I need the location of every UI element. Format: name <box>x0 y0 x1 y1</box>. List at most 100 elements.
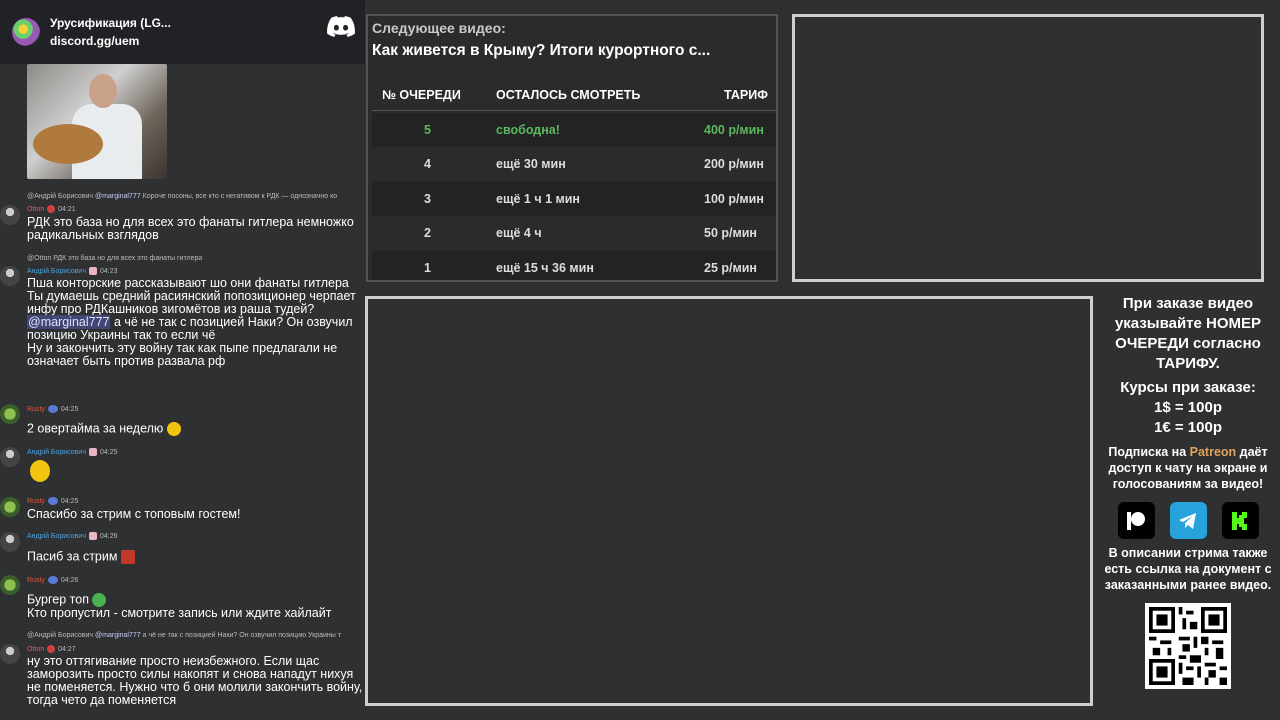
author-name[interactable]: Андрій Борисович <box>27 449 86 456</box>
user-mention[interactable]: @marginal777 <box>27 315 111 329</box>
author-name[interactable]: Андрій Борисович <box>27 268 86 275</box>
queue-row: 5 свободна! 400 р/мин <box>372 113 776 147</box>
main-video-frame <box>365 296 1093 706</box>
order-instructions: При заказе видео указывайте НОМЕР ОЧЕРЕД… <box>1114 295 1262 372</box>
next-video-title: Как живется в Крыму? Итоги курортного с.… <box>372 42 711 59</box>
subscription-text: Подписка на Patreon даёт доступ к чату н… <box>1096 444 1280 492</box>
emoji-icon <box>30 460 50 482</box>
badge-icon <box>88 448 97 456</box>
message-line: Ты думаешь средний расиянский попозицион… <box>27 289 356 316</box>
message-line: @marginal777 а чё не так с позицией Наки… <box>27 315 365 342</box>
queue-row: 3 ещё 1 ч 1 мин 100 р/мин <box>372 182 776 216</box>
reply-text: РДК это база но для всех это фанаты гитл… <box>53 255 203 262</box>
message-text: Пша конторские рассказывают шо они фанат… <box>27 277 365 368</box>
message-text: 2 овертайма за неделю <box>27 422 365 436</box>
server-icon[interactable] <box>12 18 40 46</box>
timestamp: 04:25 <box>60 405 79 413</box>
rate-eur: 1€ = 100р <box>1154 419 1222 436</box>
subscription-prefix: Подписка на <box>1108 445 1190 459</box>
discord-logo-icon <box>327 16 355 37</box>
avatar[interactable] <box>0 644 20 664</box>
queue-number: 3 <box>424 192 431 206</box>
chat-header: Урусификация (LG... discord.gg/uem <box>0 0 365 64</box>
avatar[interactable] <box>0 575 20 595</box>
emoji-icon <box>92 593 107 607</box>
queue-header-remaining: ОСТАЛОСЬ СМОТРЕТЬ <box>496 88 641 102</box>
avatar[interactable] <box>0 205 20 225</box>
author-name[interactable]: Otton <box>27 646 44 653</box>
qr-code-icon[interactable] <box>1145 603 1231 689</box>
video-thumbnail[interactable] <box>27 64 167 179</box>
kick-icon[interactable] <box>1221 502 1259 539</box>
message-fragment: Бургер топ <box>27 592 89 607</box>
message-line: Бургер топ <box>27 593 365 607</box>
avatar[interactable] <box>0 266 20 286</box>
avatar[interactable] <box>0 532 20 552</box>
queue-tariff: 200 р/мин <box>704 157 764 171</box>
reply-user: @Андрій Борисович <box>27 632 94 639</box>
patreon-icon[interactable] <box>1117 502 1155 539</box>
queue-tariff: 50 р/мин <box>704 226 757 240</box>
rate-usd: 1$ = 100р <box>1154 399 1222 416</box>
badge-icon <box>47 497 58 505</box>
message-meta: Rusty 04:25 <box>27 497 78 505</box>
message-fragment: Пасиб за стрим <box>27 549 118 564</box>
message-text: Бургер топ Кто пропустил - смотрите запи… <box>27 593 365 620</box>
avatar[interactable] <box>0 497 20 517</box>
message-text: Пасиб за стрим <box>27 550 365 564</box>
queue-remaining: свободна! <box>496 123 560 137</box>
message-line: Кто пропустил - смотрите запись или ждит… <box>27 606 332 620</box>
queue-remaining: ещё 1 ч 1 мин <box>496 192 580 206</box>
author-name[interactable]: Rusty <box>27 498 45 505</box>
discord-chat: Урусификация (LG... discord.gg/uem @Андр… <box>0 0 365 720</box>
author-name[interactable]: Rusty <box>27 577 45 584</box>
queue-header-tariff: ТАРИФ <box>724 88 768 102</box>
queue-panel: Следующее видео: Как живется в Крыму? Ит… <box>366 14 778 282</box>
author-name[interactable]: Otton <box>27 206 44 213</box>
message-line: Ну и закончить эту войну так как пыпе пр… <box>27 341 338 368</box>
message-meta: Otton 04:21 <box>27 205 76 213</box>
camera-frame-top <box>792 14 1264 282</box>
message-meta: Андрій Борисович 04:23 <box>27 267 118 275</box>
timestamp: 04:21 <box>58 205 76 213</box>
message-fragment: 2 овертайма за неделю <box>27 421 164 436</box>
queue-row: 2 ещё 4 ч 50 р/мин <box>372 216 776 250</box>
message-text: РДК это база но для всех это фанаты гитл… <box>27 215 354 242</box>
queue-number: 2 <box>424 226 431 240</box>
timestamp: 04:26 <box>99 532 118 540</box>
timestamp: 04:25 <box>99 448 118 456</box>
avatar[interactable] <box>0 404 20 424</box>
badge-icon <box>88 267 97 275</box>
queue-remaining: ещё 30 мин <box>496 157 566 171</box>
queue-number: 5 <box>424 123 431 137</box>
timestamp: 04:23 <box>99 267 118 275</box>
telegram-icon[interactable] <box>1169 502 1207 539</box>
badge-icon <box>47 205 56 213</box>
queue-remaining: ещё 4 ч <box>496 226 542 240</box>
message-meta: Андрій Борисович 04:26 <box>27 532 118 540</box>
avatar[interactable] <box>0 447 20 467</box>
author-name[interactable]: Rusty <box>27 406 45 413</box>
server-info: Урусификация (LG... discord.gg/uem <box>50 16 171 48</box>
server-invite-link[interactable]: discord.gg/uem <box>50 34 171 48</box>
next-video-label: Следующее видео: <box>372 20 506 36</box>
queue-tariff: 400 р/мин <box>704 123 764 137</box>
timestamp: 04:25 <box>60 497 79 505</box>
queue-row: 4 ещё 30 мин 200 р/мин <box>372 147 776 181</box>
reply-preview[interactable]: @Otton РДК это база но для всех это фана… <box>27 255 202 262</box>
message-meta: Otton 04:27 <box>27 645 76 653</box>
queue-number: 1 <box>424 261 431 275</box>
reply-preview[interactable]: @Андрій Борисович @marginal777 Короче по… <box>27 193 337 200</box>
message-meta: Rusty 04:25 <box>27 405 78 413</box>
queue-number: 4 <box>424 157 431 171</box>
message-meta: Rusty 04:26 <box>27 576 78 584</box>
queue-tariff: 25 р/мин <box>704 261 757 275</box>
reply-preview[interactable]: @Андрій Борисович @marginal777 а чё не т… <box>27 632 341 639</box>
patreon-link[interactable]: Patreon <box>1190 445 1237 459</box>
queue-header-number: № ОЧЕРЕДИ <box>382 88 461 102</box>
author-name[interactable]: Андрій Борисович <box>27 533 86 540</box>
header-divider <box>372 110 776 111</box>
badge-icon <box>47 645 56 653</box>
reply-text: Короче посоны, все кто с негативом к РДК… <box>142 193 338 200</box>
queue-tariff: 100 р/мин <box>704 192 764 206</box>
